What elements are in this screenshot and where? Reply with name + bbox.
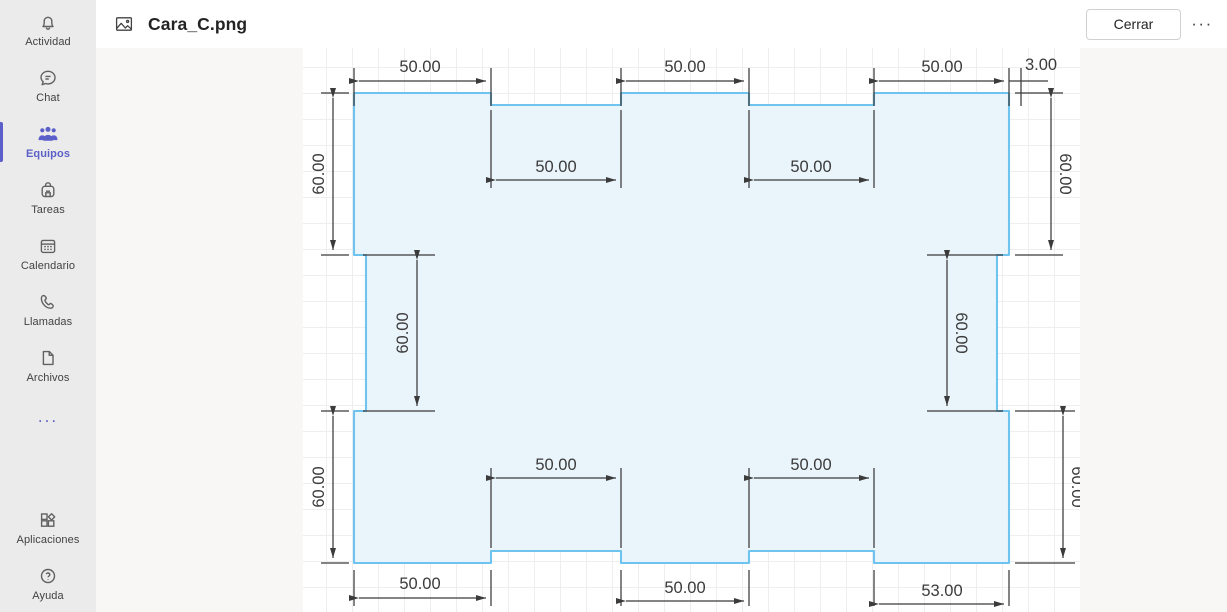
sidebar-item-aplicaciones[interactable]: Aplicaciones [0, 500, 96, 556]
dim-botnotch-2: 50.00 [790, 456, 831, 474]
sidebar-more-button[interactable]: ... [0, 394, 96, 440]
dim-bot-3: 53.00 [921, 582, 962, 600]
more-dots-icon: ... [37, 407, 59, 426]
people-icon [36, 123, 60, 145]
sidebar-label-ayuda: Ayuda [32, 590, 64, 602]
image-icon [114, 14, 134, 34]
sidebar-item-archivos[interactable]: Archivos [0, 338, 96, 394]
chat-icon [37, 67, 59, 89]
help-icon [37, 565, 59, 587]
dim-top-4: 3.00 [1025, 56, 1057, 74]
dim-top-2: 50.00 [664, 58, 705, 76]
page-title: Cara_C.png [148, 13, 248, 34]
dim-bot-2: 50.00 [664, 579, 705, 597]
teams-window: Actividad Chat Equipos Tareas Calendario… [0, 0, 1227, 612]
dim-botnotch-1: 50.00 [535, 456, 576, 474]
sidebar-item-actividad[interactable]: Actividad [0, 2, 96, 58]
technical-drawing: 50.00 50.00 50.00 3.00 50.00 50.00 60.00… [310, 56, 1080, 607]
calendar-icon [37, 235, 59, 257]
sidebar-label-calendario: Calendario [20, 260, 76, 272]
dim-topnotch-1: 50.00 [535, 158, 576, 176]
main-content: Cara_C.png Cerrar ··· 50.00 50.00 50.00 … [96, 0, 1227, 612]
dim-right-2: 60.00 [952, 312, 970, 353]
sidebar-label-tareas: Tareas [31, 204, 65, 216]
file-icon [37, 347, 59, 369]
more-options-icon[interactable]: ··· [1191, 10, 1213, 38]
part-outline [352, 91, 1011, 565]
sidebar-label-equipos: Equipos [25, 148, 71, 160]
active-indicator [0, 122, 3, 162]
dim-topnotch-2: 50.00 [790, 158, 831, 176]
drawing-canvas[interactable]: 50.00 50.00 50.00 3.00 50.00 50.00 60.00… [303, 48, 1080, 612]
dim-bot-1: 50.00 [399, 575, 440, 593]
phone-icon [37, 291, 59, 313]
dim-left-2: 60.00 [394, 312, 412, 353]
sidebar-item-ayuda[interactable]: Ayuda [0, 556, 96, 612]
image-viewer[interactable]: 50.00 50.00 50.00 3.00 50.00 50.00 60.00… [96, 48, 1227, 612]
sidebar-label-actividad: Actividad [25, 36, 71, 48]
sidebar-label-chat: Chat [36, 92, 60, 104]
dim-left-1: 60.00 [310, 153, 328, 194]
dim-right-1: 60.00 [1056, 153, 1074, 194]
dim-right-3: 60.00 [1068, 466, 1080, 507]
sidebar-item-llamadas[interactable]: Llamadas [0, 282, 96, 338]
apps-icon [37, 509, 59, 531]
dim-top-1: 50.00 [399, 58, 440, 76]
app-sidebar: Actividad Chat Equipos Tareas Calendario… [0, 0, 96, 612]
sidebar-label-aplicaciones: Aplicaciones [16, 534, 80, 546]
sidebar-item-chat[interactable]: Chat [0, 58, 96, 114]
bell-icon [37, 11, 59, 33]
sidebar-label-archivos: Archivos [26, 372, 70, 384]
dim-top-3: 50.00 [921, 58, 962, 76]
sidebar-item-tareas[interactable]: Tareas [0, 170, 96, 226]
sidebar-item-equipos[interactable]: Equipos [0, 114, 96, 170]
backpack-icon [37, 179, 59, 201]
sidebar-label-llamadas: Llamadas [23, 316, 73, 328]
header-actions: Cerrar ··· [1086, 8, 1213, 40]
close-button[interactable]: Cerrar [1086, 8, 1181, 40]
sidebar-item-calendario[interactable]: Calendario [0, 226, 96, 282]
file-viewer-header: Cara_C.png Cerrar ··· [96, 0, 1227, 48]
dim-left-3: 60.00 [310, 466, 328, 507]
